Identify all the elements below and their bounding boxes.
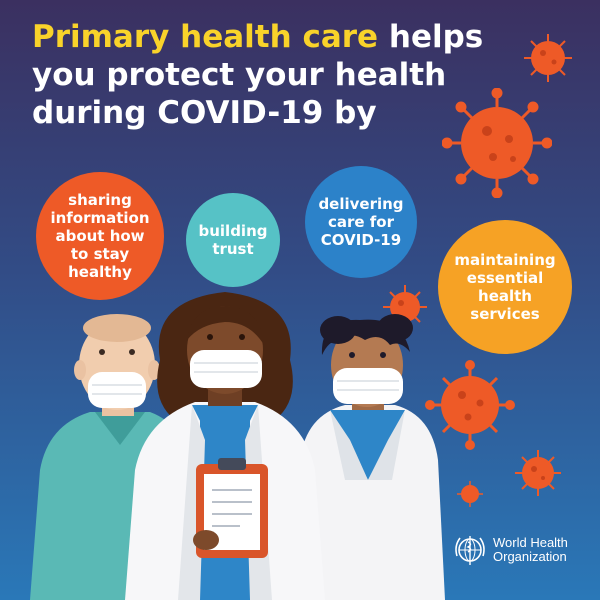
poster: Primary health care helps you protect yo…	[0, 0, 600, 600]
who-emblem-icon	[455, 536, 485, 565]
who-wordmark: World Health Organization	[493, 536, 568, 564]
health-workers-illustration	[30, 292, 445, 600]
who-logo: World Health Organization	[452, 532, 568, 568]
who-line1: World Health	[493, 535, 568, 550]
worker-center	[125, 292, 325, 600]
who-line2: Organization	[493, 549, 567, 564]
